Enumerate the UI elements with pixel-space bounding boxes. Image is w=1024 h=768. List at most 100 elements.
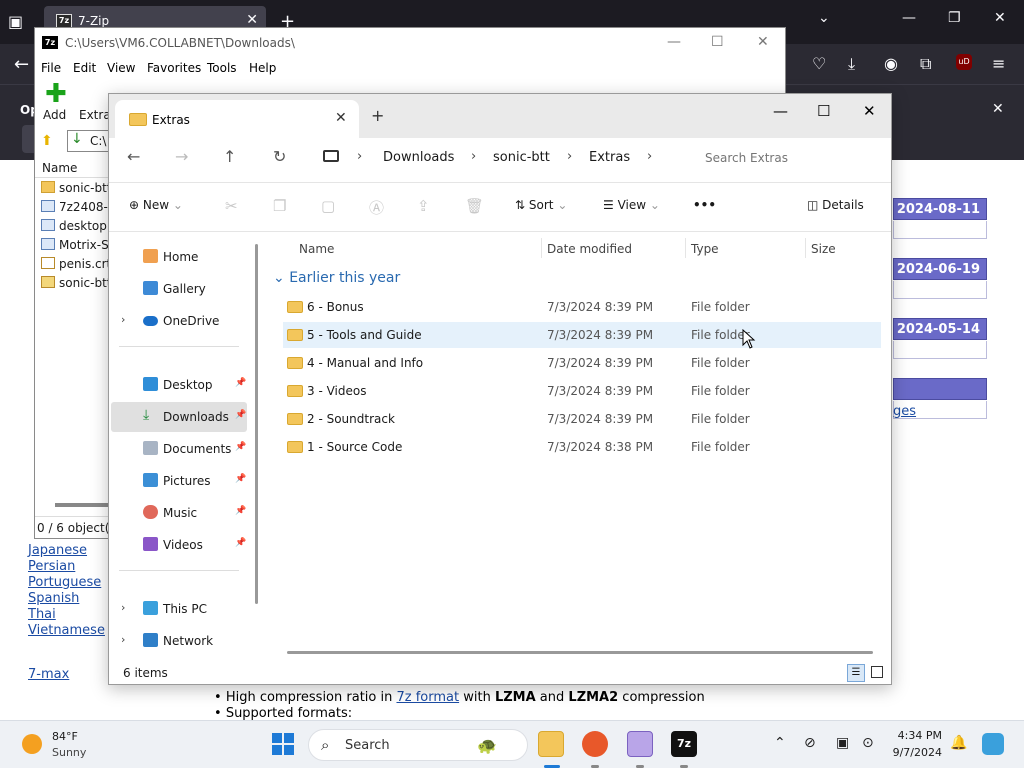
column-name[interactable]: Name [42, 161, 77, 175]
menu-icon[interactable]: ≡ [992, 54, 1005, 73]
table-row[interactable]: 2 - Soundtrack 7/3/2024 8:39 PM File folde… [283, 406, 881, 432]
table-row[interactable]: 3 - Videos 7/3/2024 8:39 PM File folder [283, 378, 881, 404]
column-size[interactable]: Size [811, 242, 836, 256]
group-header[interactable]: ⌄ Earlier this year [273, 270, 400, 286]
clock-time[interactable]: 4:34 PM [890, 729, 942, 742]
clock-date[interactable]: 9/7/2024 [886, 746, 942, 759]
refresh-icon[interactable]: ↻ [273, 147, 286, 166]
taskbar-search[interactable]: ⌕ Search 🐢 [308, 729, 528, 761]
explorer-tab[interactable]: Extras ✕ [115, 100, 359, 138]
display-icon[interactable]: ▣ [836, 735, 849, 751]
view-button[interactable]: ☰ View ⌄ [603, 198, 660, 212]
table-row[interactable]: 6 - Bonus 7/3/2024 8:39 PM File folder [283, 294, 881, 320]
network-off-icon[interactable]: ⊘ [804, 735, 816, 751]
tab-list-icon[interactable]: ▣ [8, 12, 23, 31]
copy-icon[interactable]: ❐ [273, 197, 286, 215]
file-explorer-taskbar-icon[interactable] [538, 731, 564, 757]
weather-condition[interactable]: Sunny [52, 746, 86, 759]
chevron-right-icon[interactable]: › [121, 601, 125, 614]
pin-icon[interactable]: 📌 [235, 506, 246, 516]
lang-link[interactable]: Vietnamese [28, 623, 105, 638]
chevron-down-icon[interactable]: ⌄ [818, 10, 830, 26]
nav-item-network[interactable]: › Network [111, 626, 247, 656]
minimize-icon[interactable]: — [902, 10, 916, 26]
column-divider[interactable] [685, 238, 686, 258]
column-date-modified[interactable]: Date modified [547, 242, 632, 256]
breadcrumb-downloads[interactable]: Downloads [383, 150, 454, 165]
column-divider[interactable] [805, 238, 806, 258]
extensions-icon[interactable]: ⧉ [920, 54, 931, 74]
folder-up-icon[interactable]: ⬆ [41, 133, 53, 149]
close-icon[interactable]: ✕ [757, 34, 769, 50]
lang-link[interactable]: Spanish [28, 591, 79, 606]
menu-file[interactable]: File [41, 61, 61, 75]
menu-favorites[interactable]: Favorites [147, 61, 201, 75]
restore-icon[interactable]: ❐ [948, 10, 961, 26]
start-button[interactable] [272, 733, 294, 755]
nav-item-desktop[interactable]: Desktop 📌 [111, 370, 247, 400]
nav-item-onedrive[interactable]: › OneDrive [111, 306, 247, 336]
column-divider[interactable] [541, 238, 542, 258]
column-name[interactable]: Name [299, 242, 334, 256]
file-row[interactable]: desktop.i [41, 219, 114, 237]
sort-button[interactable]: ⇅ Sort ⌄ [515, 198, 567, 212]
close-window-icon[interactable]: ✕ [994, 10, 1006, 26]
horizontal-scrollbar[interactable] [55, 503, 111, 507]
file-row[interactable]: sonic-btt [41, 181, 112, 199]
notification-bell-icon[interactable]: 🔔 [950, 735, 967, 751]
menu-edit[interactable]: Edit [73, 61, 96, 75]
chevron-right-icon[interactable]: › [121, 313, 125, 326]
table-row[interactable]: 5 - Tools and Guide 7/3/2024 8:39 PM File … [283, 322, 881, 348]
weather-temp[interactable]: 84°F [52, 730, 78, 743]
chevron-right-icon[interactable]: › [647, 149, 652, 164]
7zip-taskbar-icon[interactable]: 7z [671, 731, 697, 757]
notepad-taskbar-icon[interactable] [627, 731, 653, 757]
copilot-icon[interactable] [982, 733, 1004, 755]
file-row[interactable]: Motrix-Se [41, 238, 116, 256]
delete-icon[interactable]: 🗑 [465, 197, 484, 215]
add-icon[interactable]: ✚ [45, 81, 67, 107]
table-row[interactable]: 1 - Source Code 7/3/2024 8:38 PM File fold… [283, 434, 881, 460]
pin-icon[interactable]: 📌 [235, 410, 246, 420]
cut-icon[interactable]: ✂ [225, 197, 238, 215]
details-view-icon[interactable]: ☰ [847, 664, 865, 682]
minimize-icon[interactable]: — [667, 34, 681, 50]
chevron-right-icon[interactable]: › [357, 149, 362, 164]
pin-icon[interactable]: 📌 [235, 378, 246, 388]
downloads-icon[interactable]: ⤓ [848, 54, 855, 74]
add-button[interactable]: Add [43, 108, 66, 122]
pin-icon[interactable]: 📌 [235, 442, 246, 452]
sun-icon[interactable] [22, 734, 42, 754]
details-button[interactable]: ◫ Details [807, 198, 864, 212]
chevron-right-icon[interactable]: › [471, 149, 476, 164]
firefox-taskbar-icon[interactable] [582, 731, 608, 757]
close-icon[interactable]: ✕ [863, 102, 876, 120]
pin-icon[interactable]: 📌 [235, 538, 246, 548]
search-box[interactable] [697, 142, 887, 174]
table-row[interactable]: 4 - Manual and Info 7/3/2024 8:39 PM File … [283, 350, 881, 376]
paste-icon[interactable]: ▢ [321, 197, 335, 215]
nav-item-documents[interactable]: Documents 📌 [111, 434, 247, 464]
back-icon[interactable]: ← [14, 54, 29, 75]
nav-item-videos[interactable]: Videos 📌 [111, 530, 247, 560]
up-icon[interactable]: ↑ [223, 147, 236, 166]
7zip-title-bar[interactable]: 7z C:\Users\VM6.COLLABNET\Downloads\ — ☐… [35, 28, 785, 58]
horizontal-scrollbar[interactable] [287, 651, 873, 654]
new-button[interactable]: ⊕ New ⌄ [129, 198, 183, 212]
column-type[interactable]: Type [691, 242, 719, 256]
lang-link[interactable]: Portuguese [28, 575, 101, 590]
close-notification-icon[interactable]: ✕ [992, 101, 1004, 117]
volume-icon[interactable]: ⊙ [862, 735, 874, 751]
nav-item-home[interactable]: Home [111, 242, 247, 272]
lang-link[interactable]: Thai [28, 607, 56, 622]
account-icon[interactable]: ◉ [884, 54, 898, 73]
7max-link[interactable]: 7-max [28, 667, 69, 682]
back-icon[interactable]: ← [127, 147, 140, 166]
menu-view[interactable]: View [107, 61, 135, 75]
close-tab-icon[interactable]: ✕ [246, 12, 258, 28]
nav-item-pictures[interactable]: Pictures 📌 [111, 466, 247, 496]
new-tab-icon[interactable]: + [371, 106, 384, 125]
breadcrumb-sonic-btt[interactable]: sonic-btt [493, 150, 550, 165]
chevron-right-icon[interactable]: › [567, 149, 572, 164]
menu-help[interactable]: Help [249, 61, 276, 75]
